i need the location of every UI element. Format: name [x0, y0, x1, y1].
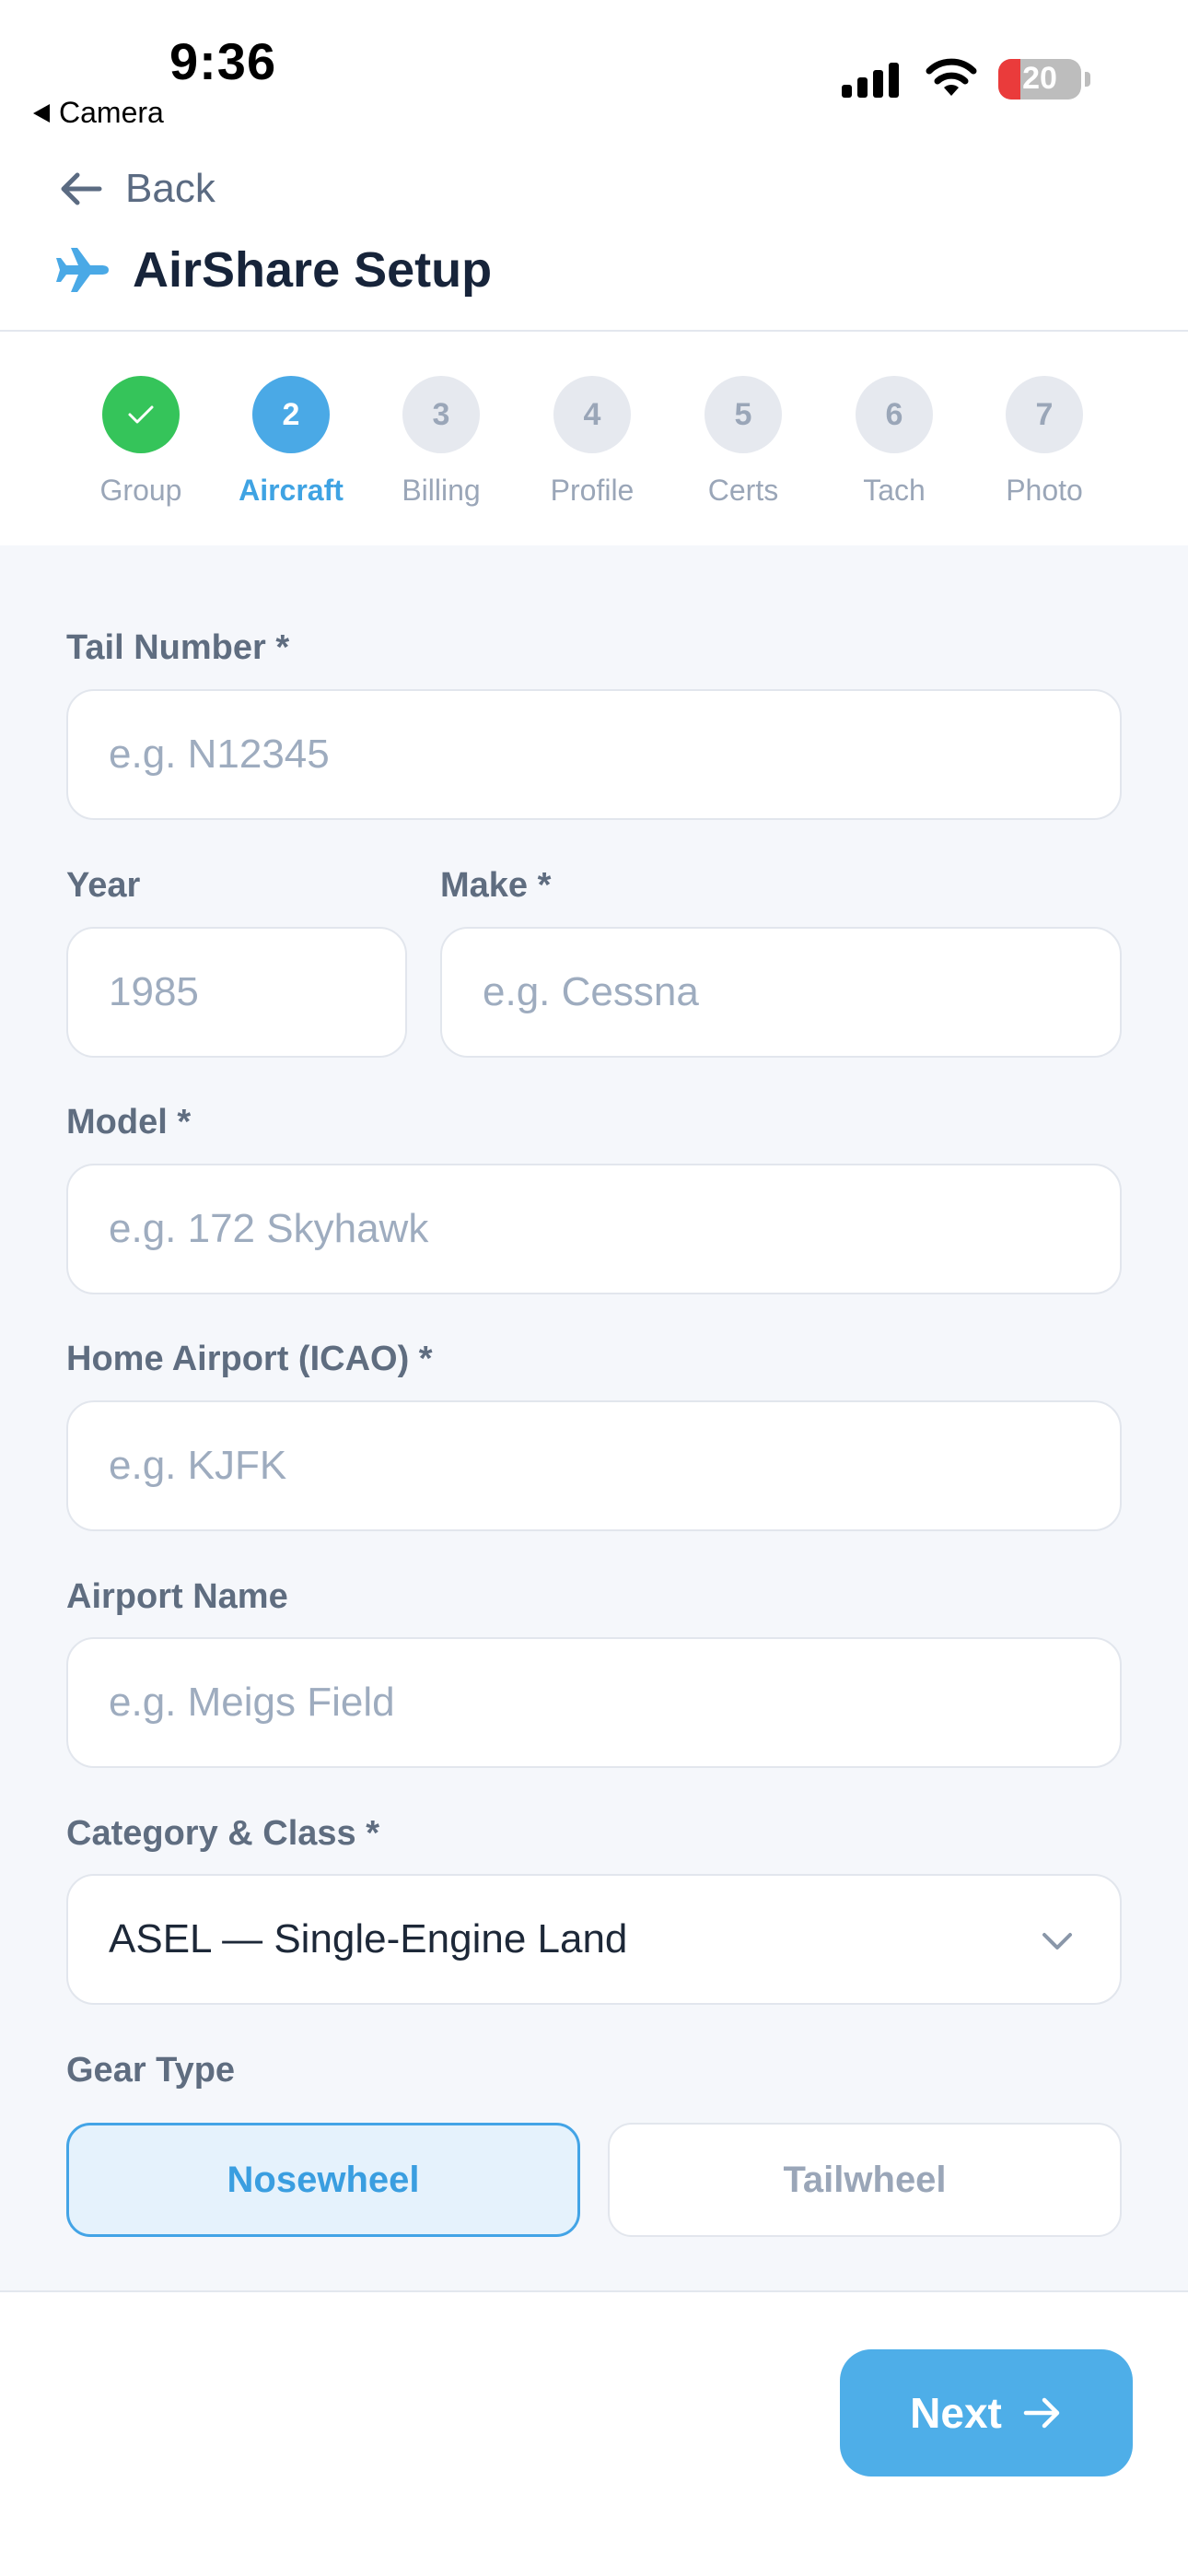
step-number: 7 [1006, 376, 1083, 453]
model-placeholder: e.g. 172 Skyhawk [109, 1206, 429, 1251]
step-number: 5 [705, 376, 782, 453]
make-label: Make * [440, 866, 552, 905]
back-label: Back [125, 166, 215, 211]
tail-number-input[interactable]: e.g. N12345 [66, 689, 1122, 820]
step-label: Profile [550, 474, 635, 507]
step-check-icon [102, 376, 180, 453]
gear-nosewheel-label: Nosewheel [227, 2159, 420, 2200]
step-number: 2 [252, 376, 330, 453]
home-airport-input[interactable]: e.g. KJFK [66, 1400, 1122, 1531]
cellular-signal-icon [842, 61, 899, 98]
step-certs[interactable]: 5 Certs [668, 376, 819, 508]
step-photo[interactable]: 7 Photo [969, 376, 1120, 508]
step-number: 6 [856, 376, 933, 453]
category-class-label: Category & Class * [66, 1814, 380, 1853]
back-to-app-link[interactable]: Camera [33, 96, 164, 130]
status-time: 9:36 [169, 32, 277, 90]
step-label: Tach [863, 474, 926, 507]
battery-icon: 20 [998, 59, 1081, 100]
step-label: Aircraft [239, 474, 344, 507]
step-label: Group [99, 474, 182, 507]
category-class-value: ASEL — Single-Engine Land [109, 1916, 628, 1961]
make-placeholder: e.g. Cessna [483, 969, 699, 1014]
model-input[interactable]: e.g. 172 Skyhawk [66, 1164, 1122, 1294]
back-triangle-icon [33, 103, 50, 123]
chevron-down-icon [1042, 1933, 1072, 1950]
step-billing[interactable]: 3 Billing [366, 376, 517, 508]
category-class-select[interactable]: ASEL — Single-Engine Land [66, 1874, 1122, 2005]
next-label: Next [910, 2389, 1002, 2437]
footer-divider [0, 2290, 1188, 2292]
airplane-icon [56, 248, 109, 292]
make-input[interactable]: e.g. Cessna [440, 927, 1122, 1058]
step-aircraft[interactable]: 2 Aircraft [215, 376, 367, 508]
year-placeholder: 1985 [109, 969, 199, 1014]
status-bar: 9:36 Camera 20 [0, 0, 1188, 147]
battery-level: 20 [1022, 61, 1057, 96]
year-input[interactable]: 1985 [66, 927, 407, 1058]
step-number: 3 [402, 376, 480, 453]
page-header: AirShare Setup [55, 241, 492, 299]
step-number: 4 [553, 376, 631, 453]
back-button[interactable]: Back [59, 166, 215, 212]
next-button[interactable]: Next [840, 2349, 1133, 2476]
model-label: Model * [66, 1103, 192, 1142]
battery-cap [1085, 72, 1090, 87]
gear-tailwheel-button[interactable]: Tailwheel [608, 2123, 1122, 2237]
step-tach[interactable]: 6 Tach [819, 376, 970, 508]
airport-name-label: Airport Name [66, 1577, 288, 1616]
airport-name-input[interactable]: e.g. Meigs Field [66, 1637, 1122, 1768]
gear-tailwheel-label: Tailwheel [783, 2159, 947, 2200]
home-airport-label: Home Airport (ICAO) * [66, 1340, 433, 1378]
setup-stepper: Group 2 Aircraft 3 Billing 4 Profile 5 C… [0, 332, 1188, 545]
step-profile[interactable]: 4 Profile [517, 376, 668, 508]
step-label: Photo [1006, 474, 1083, 507]
step-label: Billing [402, 474, 481, 507]
year-label: Year [66, 866, 141, 905]
back-app-label: Camera [59, 96, 164, 129]
tail-number-placeholder: e.g. N12345 [109, 732, 330, 777]
gear-nosewheel-button[interactable]: Nosewheel [66, 2123, 580, 2237]
home-airport-placeholder: e.g. KJFK [109, 1443, 287, 1488]
step-group[interactable]: Group [65, 376, 216, 508]
arrow-left-icon [61, 172, 102, 205]
step-label: Certs [707, 474, 779, 507]
page-title: AirShare Setup [133, 242, 493, 298]
wifi-icon [926, 58, 977, 96]
tail-number-label: Tail Number * [66, 628, 290, 667]
arrow-right-icon [1023, 2397, 1060, 2429]
gear-type-label: Gear Type [66, 2051, 236, 2090]
airport-name-placeholder: e.g. Meigs Field [109, 1680, 395, 1725]
